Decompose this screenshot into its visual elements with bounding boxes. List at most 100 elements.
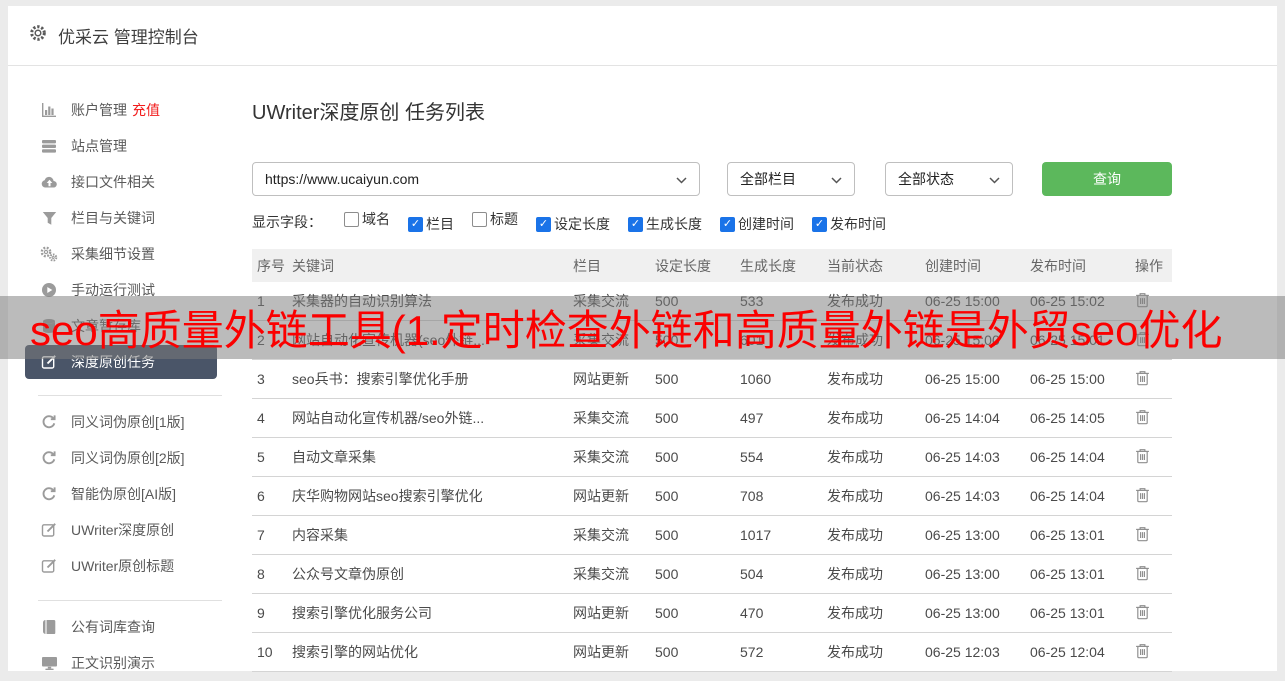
display-fields-label: 显示字段： <box>252 213 322 230</box>
status-badge: 发布成功 <box>827 476 925 516</box>
cell-keyword: 庆华购物网站seo搜索引擎优化 <box>292 476 573 516</box>
delete-task-button[interactable] <box>1135 565 1150 584</box>
delete-task-button[interactable] <box>1135 643 1150 662</box>
cell-created: 06-25 13:00 <box>925 554 1030 594</box>
field-checkbox-group: 域名 ✓ 栏目 标题 ✓ 设定长度 ✓ 生成长度 ✓ 创建时间 ✓ 发布时间 <box>344 209 904 234</box>
cell-index: 9 <box>252 593 292 633</box>
cell-created: 06-25 14:03 <box>925 476 1030 516</box>
sidebar-item[interactable]: 同义词伪原创[2版] <box>8 440 252 476</box>
cell-keyword: 自动文章采集 <box>292 437 573 477</box>
sidebar-item[interactable]: 站点管理 <box>8 128 252 164</box>
cell-action <box>1135 632 1172 672</box>
sidebar-item-label: UWriter原创标题 <box>71 558 175 574</box>
sidebar-item[interactable]: UWriter深度原创 <box>8 512 252 548</box>
sidebar-item[interactable]: 栏目与关键词 <box>8 200 252 236</box>
trash-icon <box>1135 526 1150 545</box>
site-select[interactable]: https://www.ucaiyun.com <box>252 162 700 196</box>
watermark-text: seo高质量外链工具(1.定时检查外链和高质量外链是外贸seo优化 <box>30 307 1223 354</box>
sidebar-item-label: 公有词库查询 <box>71 619 155 635</box>
recharge-badge[interactable]: 充值 <box>132 100 160 120</box>
trash-icon <box>1135 643 1150 662</box>
sidebar-item[interactable]: 同义词伪原创[1版] <box>8 404 252 440</box>
field-checkbox-label: 标题 <box>490 211 518 227</box>
status-select[interactable]: 全部状态 <box>885 162 1013 196</box>
delete-task-button[interactable] <box>1135 409 1150 428</box>
cell-published: 06-25 13:01 <box>1030 515 1135 555</box>
sidebar-item-label: 站点管理 <box>71 138 127 154</box>
cell-published: 06-25 14:04 <box>1030 476 1135 516</box>
cell-published: 06-25 14:04 <box>1030 437 1135 477</box>
cell-column: 网站更新 <box>573 632 655 672</box>
cell-action <box>1135 593 1172 633</box>
cloud-upload-icon <box>40 174 58 190</box>
cell-created: 06-25 12:03 <box>925 632 1030 672</box>
field-checkbox[interactable]: 标题 <box>472 209 518 229</box>
column-header: 序号 <box>252 249 292 282</box>
field-checkbox[interactable]: ✓ 生成长度 <box>628 214 702 234</box>
trash-icon <box>1135 487 1150 506</box>
edit-icon <box>40 558 58 574</box>
checkbox-checked-icon[interactable]: ✓ <box>720 216 735 232</box>
field-checkbox[interactable]: ✓ 创建时间 <box>720 214 794 234</box>
cell-set-length: 500 <box>655 398 740 438</box>
column-header: 当前状态 <box>827 249 925 282</box>
checkbox-checked-icon[interactable]: ✓ <box>812 216 827 232</box>
cell-column: 采集交流 <box>573 398 655 438</box>
checkbox-unchecked-icon[interactable] <box>344 211 359 227</box>
field-checkbox-label: 创建时间 <box>738 216 794 232</box>
delete-task-button[interactable] <box>1135 526 1150 545</box>
checkbox-unchecked-icon[interactable] <box>472 211 487 227</box>
cell-set-length: 500 <box>655 554 740 594</box>
cell-gen-length: 497 <box>740 398 827 438</box>
sidebar-item[interactable]: UWriter原创标题 <box>8 548 252 584</box>
filter-row: https://www.ucaiyun.com 全部栏目 全部状态 查询 <box>252 162 1277 196</box>
field-checkbox[interactable]: 域名 <box>344 209 390 229</box>
cell-published: 06-25 12:04 <box>1030 632 1135 672</box>
field-checkbox[interactable]: ✓ 发布时间 <box>812 214 886 234</box>
column-select-value: 全部栏目 <box>740 171 796 187</box>
checkbox-checked-icon[interactable]: ✓ <box>408 216 423 232</box>
sidebar-item-label: 正文识别演示 <box>71 655 155 671</box>
sidebar-item-label: 栏目与关键词 <box>71 210 155 226</box>
column-header: 操作 <box>1135 249 1172 282</box>
checkbox-checked-icon[interactable]: ✓ <box>628 216 643 232</box>
cell-column: 网站更新 <box>573 476 655 516</box>
delete-task-button[interactable] <box>1135 604 1150 623</box>
edit-icon <box>40 522 58 538</box>
sidebar-item[interactable]: 正文识别演示 <box>8 645 252 681</box>
sidebar-item-label: 接口文件相关 <box>71 174 155 190</box>
server-icon <box>40 138 58 154</box>
status-badge: 发布成功 <box>827 515 925 555</box>
sidebar-item-label: 采集细节设置 <box>71 246 155 262</box>
delete-task-button[interactable] <box>1135 370 1150 389</box>
field-checkbox[interactable]: ✓ 设定长度 <box>536 214 610 234</box>
cell-keyword: 网站自动化宣传机器/seo外链... <box>292 398 573 438</box>
cell-gen-length: 470 <box>740 593 827 633</box>
sidebar-item[interactable]: 账户管理 充值 <box>8 92 252 128</box>
cell-keyword: 内容采集 <box>292 515 573 555</box>
cell-index: 10 <box>252 632 292 672</box>
column-select[interactable]: 全部栏目 <box>727 162 855 196</box>
sidebar-item[interactable]: 智能伪原创[AI版] <box>8 476 252 512</box>
cell-set-length: 500 <box>655 632 740 672</box>
field-checkbox-label: 发布时间 <box>830 216 886 232</box>
sidebar-divider <box>38 395 222 396</box>
sidebar-item[interactable]: 采集细节设置 <box>8 236 252 272</box>
refresh-icon <box>40 414 58 430</box>
field-checkbox[interactable]: ✓ 栏目 <box>408 214 454 234</box>
cell-column: 采集交流 <box>573 554 655 594</box>
column-header: 发布时间 <box>1030 249 1135 282</box>
query-button[interactable]: 查询 <box>1042 162 1172 196</box>
status-badge: 发布成功 <box>827 359 925 399</box>
site-select-value: https://www.ucaiyun.com <box>265 171 420 187</box>
status-badge: 发布成功 <box>827 437 925 477</box>
delete-task-button[interactable] <box>1135 448 1150 467</box>
sidebar-item[interactable]: 公有词库查询 <box>8 609 252 645</box>
cell-published: 06-25 13:01 <box>1030 593 1135 633</box>
checkbox-checked-icon[interactable]: ✓ <box>536 216 551 232</box>
gear-icon <box>28 23 48 48</box>
sidebar-item[interactable]: 接口文件相关 <box>8 164 252 200</box>
table-row: 9 搜索引擎优化服务公司 网站更新 500 470 发布成功 06-25 13:00 06-2… <box>252 593 1172 633</box>
delete-task-button[interactable] <box>1135 487 1150 506</box>
refresh-icon <box>40 486 58 502</box>
